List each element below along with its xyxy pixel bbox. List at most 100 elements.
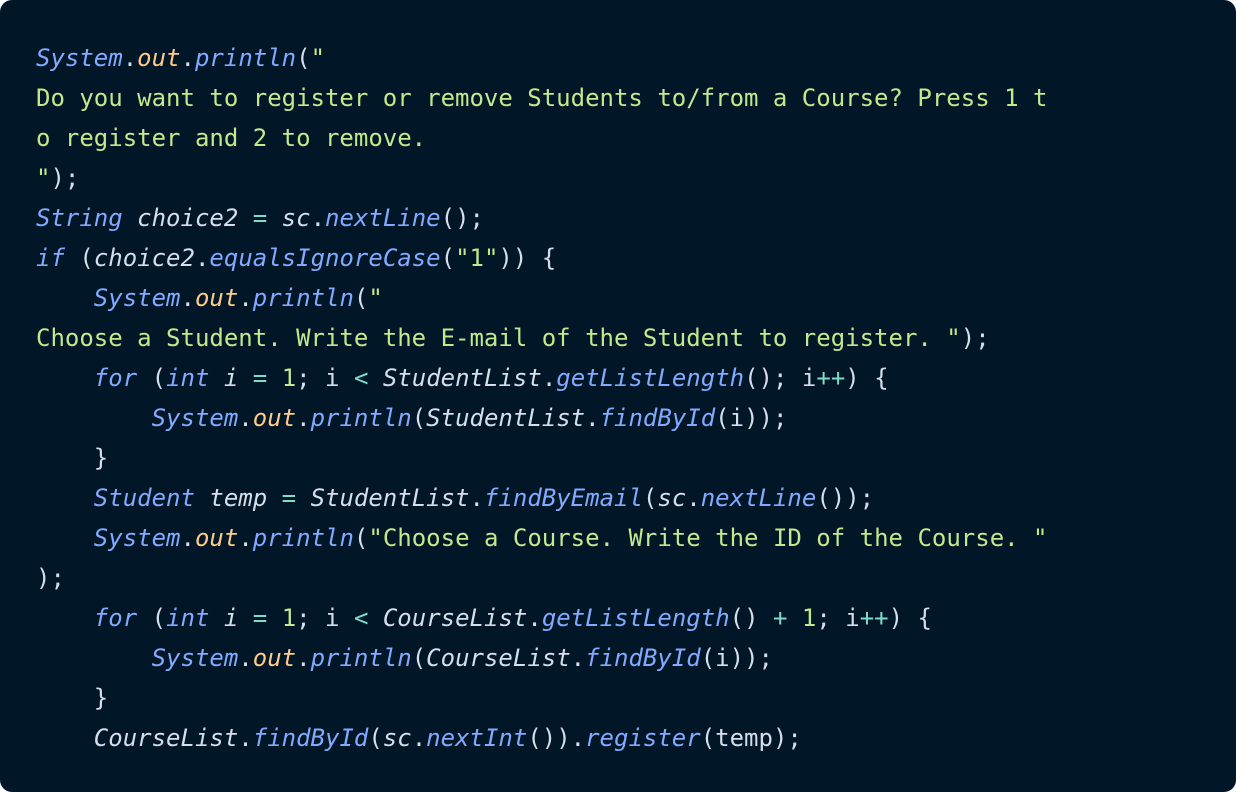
code-token: 1 [801, 604, 817, 632]
code-token: = [281, 484, 297, 512]
code-token: ++ [859, 604, 889, 632]
code-token: Student [93, 484, 195, 512]
code-token: ++ [816, 364, 846, 392]
code-token: CourseList [93, 724, 239, 752]
code-token: . [570, 644, 586, 672]
code-token: . [469, 484, 484, 512]
code-line: Choose a Student. Write the E-mail of th… [36, 318, 1200, 358]
code-token: . [180, 284, 195, 312]
code-token: System [36, 44, 123, 72]
code-token: i [310, 604, 354, 632]
code-token: register [585, 724, 701, 752]
code-token: ) { [888, 604, 932, 632]
code-token: . [180, 44, 195, 72]
code-token: ) { [845, 364, 889, 392]
code-token: 1 [281, 364, 297, 392]
code-line: for (int i = 1; i < CourseList.getListLe… [36, 598, 1200, 638]
code-token: () [729, 604, 759, 632]
code-token: System [93, 524, 181, 552]
code-token: (temp); [700, 724, 802, 752]
code-line: Student temp = StudentList.findByEmail(s… [36, 478, 1200, 518]
code-token: Do you want to register or remove Studen… [36, 84, 1048, 112]
code-line: CourseList.findById(sc.nextInt()).regist… [36, 718, 1200, 758]
code-token: Choose a Student. Write the E-mail of th… [36, 324, 961, 352]
code-token: equalsIgnoreCase [209, 244, 441, 272]
code-token: < [353, 364, 369, 392]
code-token: ( [353, 524, 369, 552]
code-token: ); [50, 164, 80, 192]
code-token: (); [744, 364, 788, 392]
code-token: )) { [498, 244, 557, 272]
code-token: ()). [527, 724, 586, 752]
code-line: for (int i = 1; i < StudentList.getListL… [36, 358, 1200, 398]
code-token: out [194, 284, 239, 312]
code-token: i [830, 604, 860, 632]
code-token: (); [440, 204, 484, 232]
code-token: StudentList [382, 364, 542, 392]
code-token: StudentList [310, 484, 470, 512]
code-token: . [180, 524, 195, 552]
code-token: " [310, 44, 326, 72]
code-token: . [411, 724, 427, 752]
code-token: sc [281, 204, 311, 232]
code-line: System.out.println(CourseList.findById(i… [36, 638, 1200, 678]
code-token: println [194, 44, 297, 72]
code-token: ); [36, 564, 65, 592]
code-block[interactable]: System.out.println(" Do you want to regis… [36, 38, 1200, 758]
code-token: + [773, 604, 788, 632]
code-token: . [194, 244, 210, 272]
code-token: } [93, 684, 109, 712]
code-token: CourseList [382, 604, 528, 632]
code-token: StudentList [426, 404, 586, 432]
code-token: out [252, 644, 297, 672]
code-token: . [238, 724, 253, 752]
code-token: for [93, 604, 138, 632]
code-token: . [238, 524, 253, 552]
code-token: i [787, 364, 817, 392]
code-token: "Choose a Course. Write the ID of the Co… [368, 524, 1048, 552]
code-line: if (choice2.equalsIgnoreCase("1")) { [36, 238, 1200, 278]
code-token: String [36, 204, 123, 232]
code-token: ; [296, 364, 311, 392]
code-token: out [137, 44, 181, 72]
code-token: ( [137, 604, 167, 632]
code-token: if [36, 244, 65, 272]
code-token: "1" [455, 244, 499, 272]
code-token: . [296, 644, 311, 672]
code-token: " [36, 164, 51, 192]
code-token: System [151, 644, 239, 672]
code-token: println [252, 524, 354, 552]
code-token: System [93, 284, 181, 312]
code-token: } [93, 444, 109, 472]
code-line: System.out.println(" [36, 278, 1200, 318]
code-token: i [223, 364, 239, 392]
code-line: System.out.println(" [36, 38, 1200, 78]
code-line: Do you want to register or remove Studen… [36, 78, 1200, 118]
code-editor-panel[interactable]: System.out.println(" Do you want to regis… [0, 0, 1236, 792]
code-token: println [252, 284, 354, 312]
code-token: . [122, 44, 138, 72]
code-token: (i)); [700, 644, 773, 672]
code-token: ; [816, 604, 831, 632]
code-token: println [310, 404, 412, 432]
code-token: getListLength [541, 604, 730, 632]
code-token: System [151, 404, 239, 432]
code-token: . [686, 484, 701, 512]
code-token: ()); [816, 484, 875, 512]
code-token: findById [585, 644, 701, 672]
